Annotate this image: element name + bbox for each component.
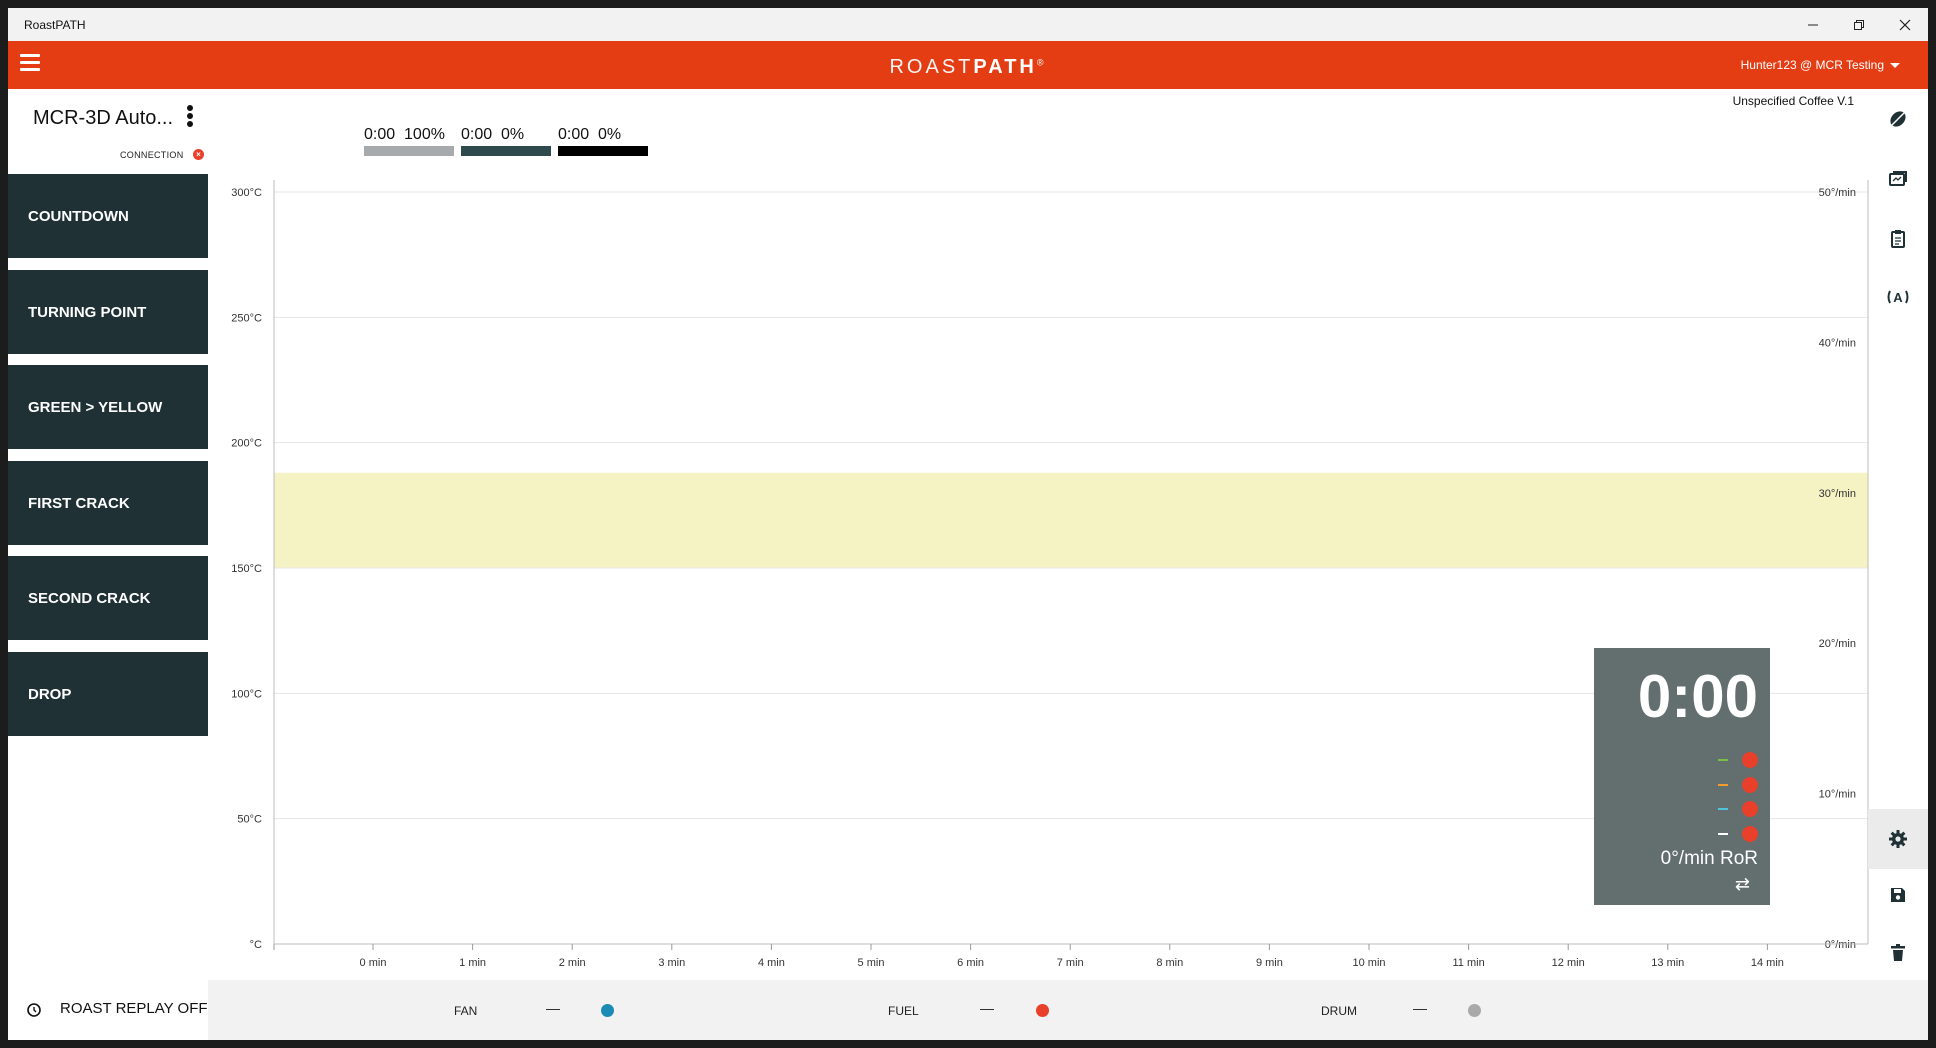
machine-name: MCR-3D Auto... (33, 107, 174, 129)
more-options-icon[interactable] (185, 105, 195, 131)
y-left-tick-label: 50°C (237, 814, 262, 826)
x-tick-label: 4 min (758, 957, 785, 969)
restore-button[interactable] (1836, 8, 1882, 41)
y-left-tick-label: 150°C (231, 563, 262, 575)
app-header: ROASTPATH® Hunter123 @ MCR Testing (8, 41, 1928, 89)
profile-icon[interactable] (1868, 153, 1928, 205)
fan-value[interactable]: — (546, 1000, 560, 1016)
y-right-tick-label: 20°/min (1819, 638, 1856, 650)
probe-indicator (1718, 777, 1758, 793)
fan-indicator (601, 1004, 614, 1017)
probe-status-icon (1742, 752, 1758, 768)
rate-of-rise: 0°/min RoR (1660, 848, 1758, 869)
y-left-tick-label: 100°C (231, 688, 262, 700)
fuel-value[interactable]: — (980, 1000, 994, 1016)
swap-icon[interactable]: ⇄ (1735, 874, 1750, 895)
y-right-tick-label: 10°/min (1819, 789, 1856, 801)
y-right-tick-label: 40°/min (1819, 337, 1856, 349)
roast-replay-label: ROAST REPLAY OFF (60, 1000, 208, 1017)
svg-text:A: A (1893, 290, 1903, 305)
restore-icon (1854, 19, 1864, 30)
broadcast-icon[interactable]: A (1868, 271, 1928, 323)
coffee-profile-label[interactable]: Unspecified Coffee V.1 (1733, 94, 1854, 108)
fuel-label: FUEL (888, 1004, 919, 1018)
minimize-icon (1808, 24, 1818, 25)
window-title: RoastPATH (24, 18, 86, 32)
drum-indicator (1468, 1004, 1481, 1017)
bean-icon[interactable] (1868, 93, 1928, 145)
probe-status-icon (1742, 826, 1758, 842)
drum-value[interactable]: — (1413, 1000, 1427, 1016)
probe-status-icon (1742, 801, 1758, 817)
x-tick-label: 6 min (957, 957, 984, 969)
legend-item: 0:00 0% (461, 126, 525, 143)
x-tick-label: 8 min (1156, 957, 1183, 969)
close-button[interactable] (1882, 8, 1928, 41)
legend-item: 0:00 100% (364, 126, 445, 143)
x-tick-label: 9 min (1256, 957, 1283, 969)
crack-zone-band (274, 472, 1868, 568)
probe-indicator (1718, 801, 1758, 817)
x-tick-label: 10 min (1352, 957, 1385, 969)
y-left-tick-label: 250°C (231, 312, 262, 324)
y-right-tick-label: 30°/min (1819, 488, 1856, 500)
x-tick-label: 5 min (858, 957, 885, 969)
user-menu[interactable]: Hunter123 @ MCR Testing (1741, 58, 1900, 72)
connection-label: CONNECTION (120, 150, 184, 160)
legend-swatch (364, 146, 454, 156)
x-tick-label: 7 min (1057, 957, 1084, 969)
legend-swatch (461, 146, 551, 156)
x-tick-label: 12 min (1552, 957, 1585, 969)
y-right-tick-label: 50°/min (1819, 187, 1856, 199)
clipboard-icon[interactable] (1868, 213, 1928, 265)
y-left-tick-label: 300°C (231, 187, 262, 199)
probe-status-icon (1742, 777, 1758, 793)
y-left-tick-label: 200°C (231, 438, 262, 450)
x-tick-label: 13 min (1651, 957, 1684, 969)
app-window: RoastPATH ROASTPATH® Hunter123 @ MCR Tes… (8, 8, 1928, 1040)
probe-indicator (1718, 752, 1758, 768)
probe-indicator (1718, 826, 1758, 842)
x-tick-label: 0 min (360, 957, 387, 969)
x-tick-label: 11 min (1452, 957, 1484, 969)
fan-label: FAN (454, 1004, 478, 1018)
roast-timer-panel: 0:00 0°/min RoR ⇄ (1594, 648, 1770, 905)
x-tick-label: 2 min (559, 957, 586, 969)
close-icon (1899, 19, 1911, 30)
x-tick-label: 3 min (658, 957, 685, 969)
roast-timer: 0:00 (1637, 663, 1758, 730)
save-icon[interactable] (1868, 869, 1928, 921)
roast-replay-toggle[interactable]: ROAST REPLAY OFF (8, 980, 208, 1040)
replay-icon (27, 1003, 41, 1017)
fuel-indicator (1036, 1004, 1049, 1017)
roastpath-logo: ROASTPATH® (889, 56, 1047, 78)
y-right-tick-label: 0°/min (1825, 939, 1856, 951)
trash-icon[interactable] (1868, 927, 1928, 979)
chevron-down-icon (1890, 63, 1900, 69)
legend-item: 0:00 0% (558, 126, 622, 143)
gear-icon[interactable] (1868, 809, 1928, 869)
x-tick-label: 1 min (459, 957, 486, 969)
bottom-control-bar: ROAST REPLAY OFF FAN — FUEL — DRUM — (8, 980, 1928, 1040)
x-tick-label: 14 min (1751, 957, 1784, 969)
right-toolbar: A (1868, 89, 1928, 989)
y-left-tick-label: °C (250, 939, 262, 951)
drum-label: DRUM (1321, 1004, 1357, 1018)
window-titlebar: RoastPATH (8, 8, 1928, 42)
minimize-button[interactable] (1790, 8, 1836, 41)
legend-swatch (558, 146, 648, 156)
